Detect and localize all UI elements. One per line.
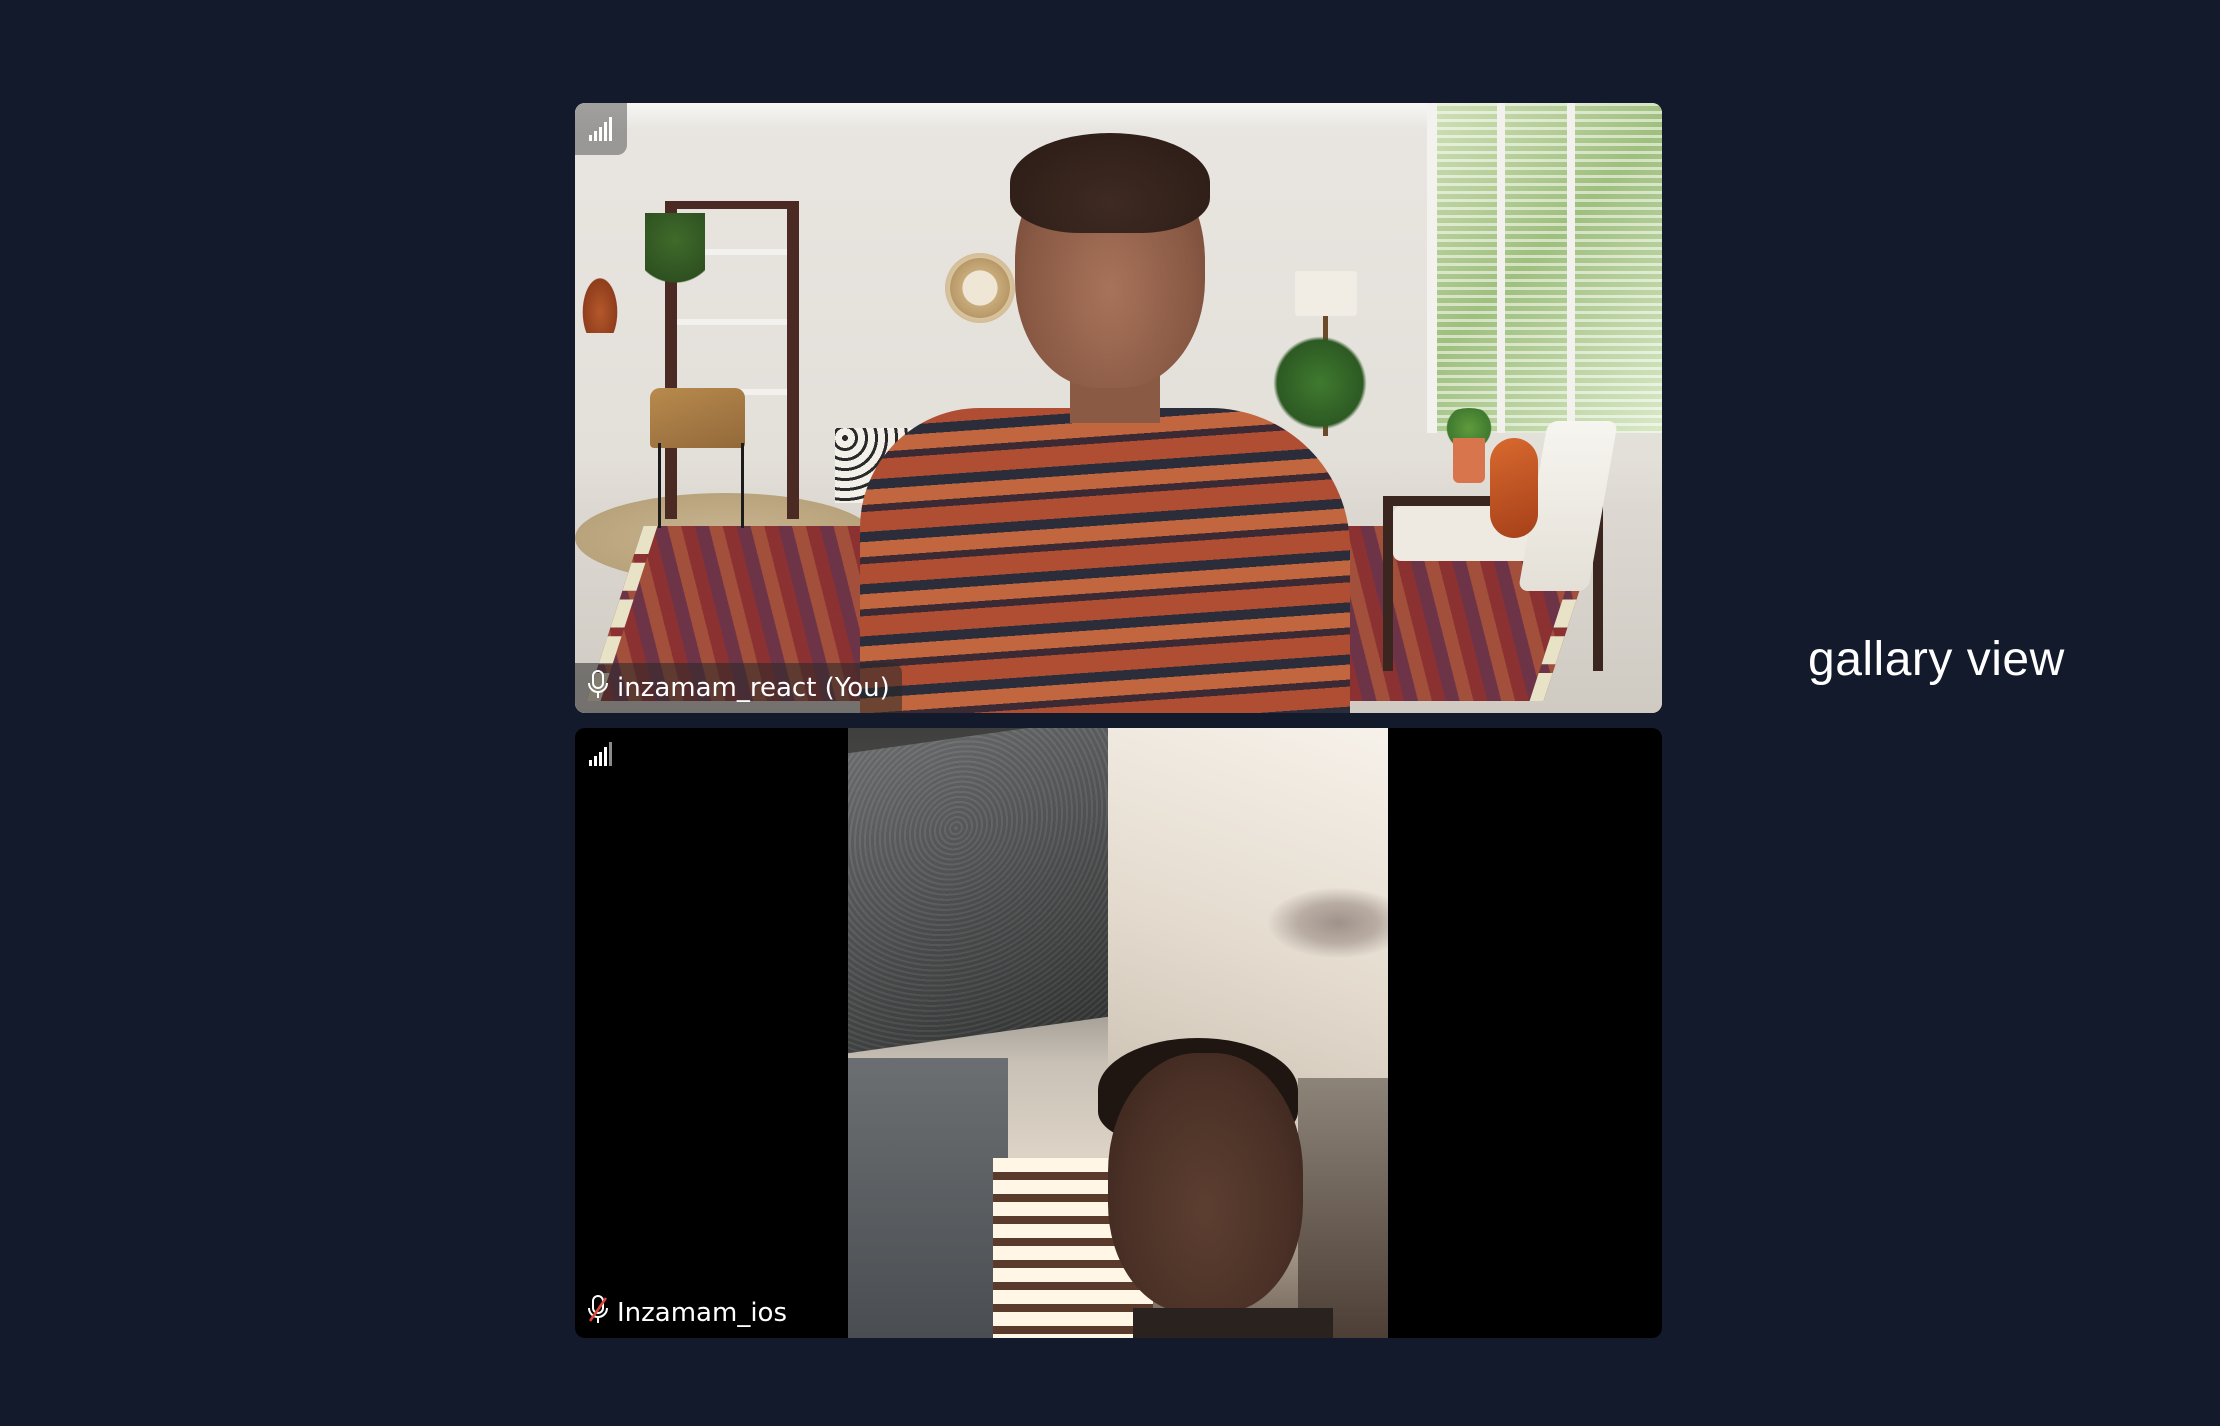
participant-tile-local[interactable]: inzamam_react (You) — [575, 103, 1662, 713]
window-blinds — [1427, 103, 1662, 433]
microphone-icon[interactable] — [587, 669, 609, 707]
participant-name-tag: inzamam_react (You) — [575, 663, 902, 713]
participant-tile-remote[interactable]: Inzamam_ios — [575, 728, 1662, 1338]
participant-video-person — [850, 133, 1350, 713]
signal-strength-icon — [575, 103, 627, 155]
signal-strength-icon — [575, 728, 627, 780]
participant-name: Inzamam_ios — [617, 1298, 787, 1328]
meeting-stage: inzamam_react (You) Inzamam_ios gallary … — [0, 0, 2220, 1426]
participant-video-feed — [848, 728, 1388, 1338]
participant-name: inzamam_react (You) — [617, 673, 890, 703]
participant-face — [1108, 1053, 1303, 1313]
chair — [650, 388, 745, 528]
layout-mode-label: gallary view — [1808, 633, 2065, 686]
microphone-muted-icon[interactable] — [587, 1294, 609, 1332]
participant-name-tag: Inzamam_ios — [575, 1288, 799, 1338]
